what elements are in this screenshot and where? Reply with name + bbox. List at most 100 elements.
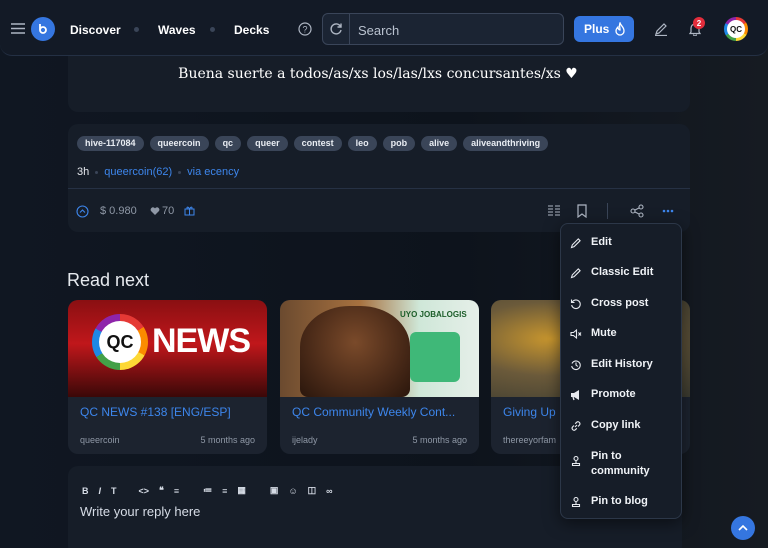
- plus-label: Plus: [584, 22, 610, 36]
- read-next-card[interactable]: UYO JOBALOGIS QC Community Weekly Cont..…: [280, 300, 479, 454]
- poster-text: UYO JOBALOGIS: [400, 310, 467, 319]
- qc-logo-text: QC: [99, 321, 141, 363]
- payout-value[interactable]: $ 0.980: [100, 205, 137, 217]
- read-next-author[interactable]: ijelady: [292, 435, 318, 445]
- scroll-to-top-button[interactable]: [731, 516, 755, 540]
- search-input[interactable]: [358, 21, 548, 39]
- flame-icon: [614, 22, 626, 36]
- nav-waves[interactable]: Waves: [158, 23, 196, 37]
- svg-text:?: ?: [302, 25, 307, 35]
- menu-icon[interactable]: [11, 23, 25, 34]
- cross-post-icon: [570, 298, 582, 310]
- menu-item-label: Edit: [591, 236, 612, 248]
- read-next-thumbnail: UYO JOBALOGIS: [280, 300, 479, 397]
- tag[interactable]: queercoin: [149, 136, 209, 151]
- code-icon[interactable]: <>: [139, 486, 150, 496]
- post-text: Buena suerte a todos/as/xs los/las/lxs c…: [178, 66, 578, 82]
- upvote-icon[interactable]: [76, 205, 89, 218]
- bullet-list-icon[interactable]: ≡: [222, 486, 227, 496]
- read-next-time: 5 months ago: [412, 435, 467, 445]
- tag[interactable]: qc: [214, 136, 242, 151]
- history-icon: [570, 359, 582, 371]
- post-body-card: Buena suerte a todos/as/xs los/las/lxs c…: [68, 56, 690, 112]
- tag[interactable]: alive: [421, 136, 458, 151]
- read-next-time: 5 months ago: [200, 435, 255, 445]
- app-logo[interactable]: [31, 17, 55, 41]
- menu-item-mute[interactable]: Mute: [561, 327, 681, 340]
- search-box[interactable]: [322, 13, 564, 45]
- tag[interactable]: leo: [347, 136, 377, 151]
- gift-icon[interactable]: [184, 205, 195, 216]
- quote-icon[interactable]: ❝: [159, 485, 164, 496]
- tag[interactable]: hive-117084: [77, 136, 144, 151]
- search-mode-icon[interactable]: [330, 22, 343, 35]
- post-footer-card: hive-117084 queercoin qc queer contest l…: [68, 124, 690, 232]
- chevron-up-icon: [738, 525, 748, 531]
- menu-item-classic-edit[interactable]: Classic Edit: [561, 266, 681, 279]
- megaphone-icon: [570, 389, 582, 401]
- edit-icon[interactable]: [654, 22, 668, 36]
- menu-item-edit[interactable]: Edit: [561, 236, 681, 249]
- image-icon[interactable]: ▣: [270, 485, 279, 496]
- votes-count[interactable]: 70: [162, 205, 174, 217]
- share-icon[interactable]: [630, 204, 644, 218]
- ordered-list-icon[interactable]: ≔: [203, 485, 212, 496]
- meta-separator: [178, 170, 182, 174]
- plus-button[interactable]: Plus: [574, 16, 634, 42]
- avatar-initials: QC: [727, 20, 745, 38]
- bold-icon[interactable]: B: [82, 486, 89, 496]
- read-next-author[interactable]: thereeyorfam: [503, 435, 556, 445]
- menu-item-edit-history[interactable]: Edit History: [561, 358, 681, 371]
- align-icon[interactable]: ≡: [174, 486, 179, 496]
- person-photo: [300, 306, 410, 397]
- avatar[interactable]: QC: [724, 17, 748, 41]
- help-icon[interactable]: ?: [298, 22, 312, 36]
- tag[interactable]: pob: [382, 136, 416, 151]
- menu-item-label: Copy link: [591, 419, 641, 431]
- via-app-link[interactable]: via ecency: [187, 166, 239, 178]
- menu-item-copy-link[interactable]: Copy link: [561, 419, 681, 431]
- read-next-author[interactable]: queercoin: [80, 435, 120, 445]
- author-link[interactable]: queercoin(62): [104, 166, 172, 178]
- emoji-icon[interactable]: ☺: [288, 486, 297, 496]
- read-next-card[interactable]: QC NEWS QC NEWS #138 [ENG/ESP] queercoin…: [68, 300, 267, 454]
- menu-item-pin-to-blog[interactable]: Pin to blog: [561, 495, 681, 508]
- bookmark-icon[interactable]: [576, 204, 588, 218]
- post-age: 3h: [77, 166, 90, 178]
- editor-toolbar: B I T <> ❝ ≡ ≔ ≡ ▦ ▣ ☺ ◫ ∞: [82, 485, 333, 496]
- link-icon: [570, 420, 582, 432]
- read-next-heading[interactable]: Giving Up: [503, 405, 556, 419]
- read-next-heading[interactable]: QC NEWS #138 [ENG/ESP]: [80, 405, 231, 419]
- menu-item-cross-post[interactable]: Cross post: [561, 297, 681, 310]
- post-options-menu: Edit Classic Edit Cross post Mute Edit H…: [560, 223, 682, 519]
- nav-discover[interactable]: Discover: [70, 23, 121, 37]
- menu-item-label: Classic Edit: [591, 266, 654, 278]
- more-options-icon[interactable]: [662, 209, 674, 213]
- news-text: NEWS: [152, 322, 251, 360]
- gif-icon[interactable]: ◫: [308, 485, 317, 496]
- menu-item-promote[interactable]: Promote: [561, 388, 681, 401]
- heading-icon[interactable]: T: [111, 486, 117, 496]
- menu-item-label: Promote: [591, 388, 636, 400]
- table-icon[interactable]: ▦: [237, 485, 246, 496]
- italic-icon[interactable]: I: [99, 486, 102, 496]
- menu-item-label: Cross post: [591, 297, 649, 309]
- poster-image: [410, 332, 460, 382]
- tag[interactable]: contest: [293, 136, 342, 151]
- menu-item-label: Pin to community: [591, 450, 650, 477]
- reply-input[interactable]: Write your reply here: [80, 504, 200, 519]
- read-next-heading[interactable]: QC Community Weekly Cont...: [292, 405, 455, 419]
- tag-list: hive-117084 queercoin qc queer contest l…: [77, 136, 549, 151]
- post-meta: 3h queercoin(62) via ecency: [77, 166, 239, 178]
- link-icon[interactable]: ∞: [326, 486, 332, 496]
- pin-icon: [570, 496, 582, 508]
- read-next-thumbnail: QC NEWS: [68, 300, 267, 397]
- reader-mode-icon[interactable]: [547, 204, 561, 218]
- tag[interactable]: aliveandthriving: [463, 136, 549, 151]
- card-divider: [68, 188, 690, 189]
- tag[interactable]: queer: [247, 136, 288, 151]
- read-next-title: Read next: [67, 270, 150, 290]
- menu-item-pin-to-community[interactable]: Pin to community: [561, 449, 671, 479]
- nav-decks[interactable]: Decks: [234, 23, 269, 37]
- heart-icon: [150, 206, 160, 216]
